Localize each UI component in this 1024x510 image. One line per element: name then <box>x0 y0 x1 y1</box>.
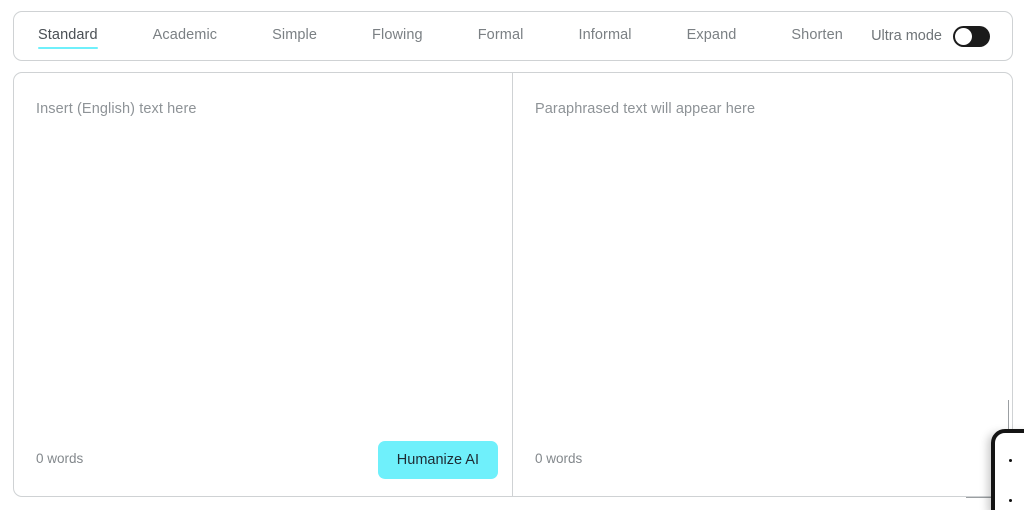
tab-expand[interactable]: Expand <box>687 25 737 48</box>
output-word-count: 0 words <box>535 451 583 466</box>
output-placeholder: Paraphrased text will appear here <box>535 101 756 117</box>
output-pane: Paraphrased text will appear here 0 word… <box>513 73 1012 496</box>
widget-dot-icon <box>1009 459 1012 462</box>
editor-panel: Insert (English) text here 0 words Human… <box>13 72 1013 497</box>
output-pane-footer: 0 words <box>513 422 1012 496</box>
input-word-count: 0 words <box>36 451 84 466</box>
tab-flowing[interactable]: Flowing <box>372 25 423 48</box>
ultra-mode-label: Ultra mode <box>871 28 942 44</box>
input-textarea[interactable]: Insert (English) text here <box>14 73 512 422</box>
toggle-knob-icon <box>955 27 972 45</box>
floating-widget-panel[interactable] <box>991 429 1024 510</box>
widget-dot-icon <box>1009 499 1012 502</box>
tab-academic-label: Academic <box>152 26 218 43</box>
tab-shorten-label: Shorten <box>791 26 843 43</box>
widget-connector-line <box>1008 400 1009 430</box>
ultra-mode-control: Ultra mode <box>871 12 990 60</box>
app-root: Standard Academic Simple Flowing Formal … <box>0 0 1024 510</box>
tab-flowing-label: Flowing <box>372 26 423 43</box>
output-textarea[interactable]: Paraphrased text will appear here <box>513 73 1012 422</box>
tab-standard[interactable]: Standard <box>38 25 98 49</box>
tab-standard-label: Standard <box>38 26 98 43</box>
tab-informal-label: Informal <box>578 26 632 43</box>
ultra-mode-toggle[interactable] <box>953 25 990 47</box>
tab-formal[interactable]: Formal <box>478 25 524 48</box>
tab-simple-label: Simple <box>272 26 318 43</box>
input-pane-footer: 0 words Humanize AI <box>14 422 512 496</box>
tab-academic[interactable]: Academic <box>153 25 217 48</box>
tab-simple[interactable]: Simple <box>272 25 317 48</box>
tab-informal[interactable]: Informal <box>578 25 631 48</box>
input-placeholder: Insert (English) text here <box>36 101 197 117</box>
tab-shorten[interactable]: Shorten <box>791 25 843 48</box>
widget-guide-line <box>966 497 992 498</box>
input-pane: Insert (English) text here 0 words Human… <box>14 73 513 496</box>
humanize-ai-button[interactable]: Humanize AI <box>377 441 498 479</box>
tab-formal-label: Formal <box>477 26 524 43</box>
tab-expand-label: Expand <box>686 26 737 43</box>
mode-tab-list: Standard Academic Simple Flowing Formal … <box>14 12 843 60</box>
mode-tabbar: Standard Academic Simple Flowing Formal … <box>13 11 1013 61</box>
